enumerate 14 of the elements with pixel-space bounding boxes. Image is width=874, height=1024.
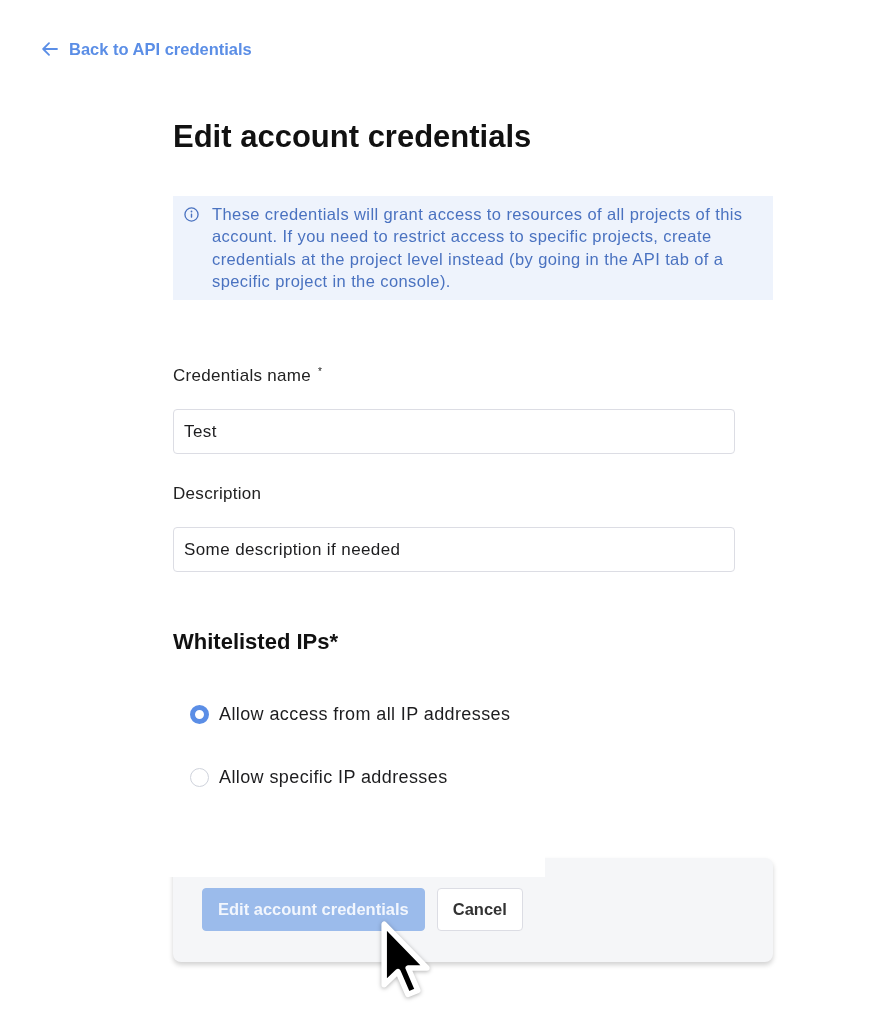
section-heading: Whitelisted IPs*	[173, 629, 340, 656]
notice-text: These credentials will grant access to resources of all projects of this account. If you need to restrict access to specific projects, create credentials at the project level instead (by going in the API tab of a specific project in the console).	[212, 204, 744, 292]
cancel-button[interactable]: Cancel	[436, 888, 523, 932]
page-title: Edit account credentials	[173, 119, 533, 155]
text-field[interactable]: Some description if needed	[173, 527, 735, 573]
radio-label[interactable]: Allow access from all IP addresses	[219, 703, 511, 726]
field-label: Description	[173, 484, 263, 505]
arrow-left-icon	[42, 42, 58, 56]
field-label: Credentials name $^{*}$	[173, 365, 324, 387]
radio-button[interactable]	[190, 704, 209, 724]
text-field[interactable]: Test	[173, 409, 735, 455]
radio-button[interactable]	[190, 767, 209, 787]
radio-label[interactable]: Allow specific IP addresses	[219, 766, 448, 789]
info-icon	[184, 207, 199, 222]
